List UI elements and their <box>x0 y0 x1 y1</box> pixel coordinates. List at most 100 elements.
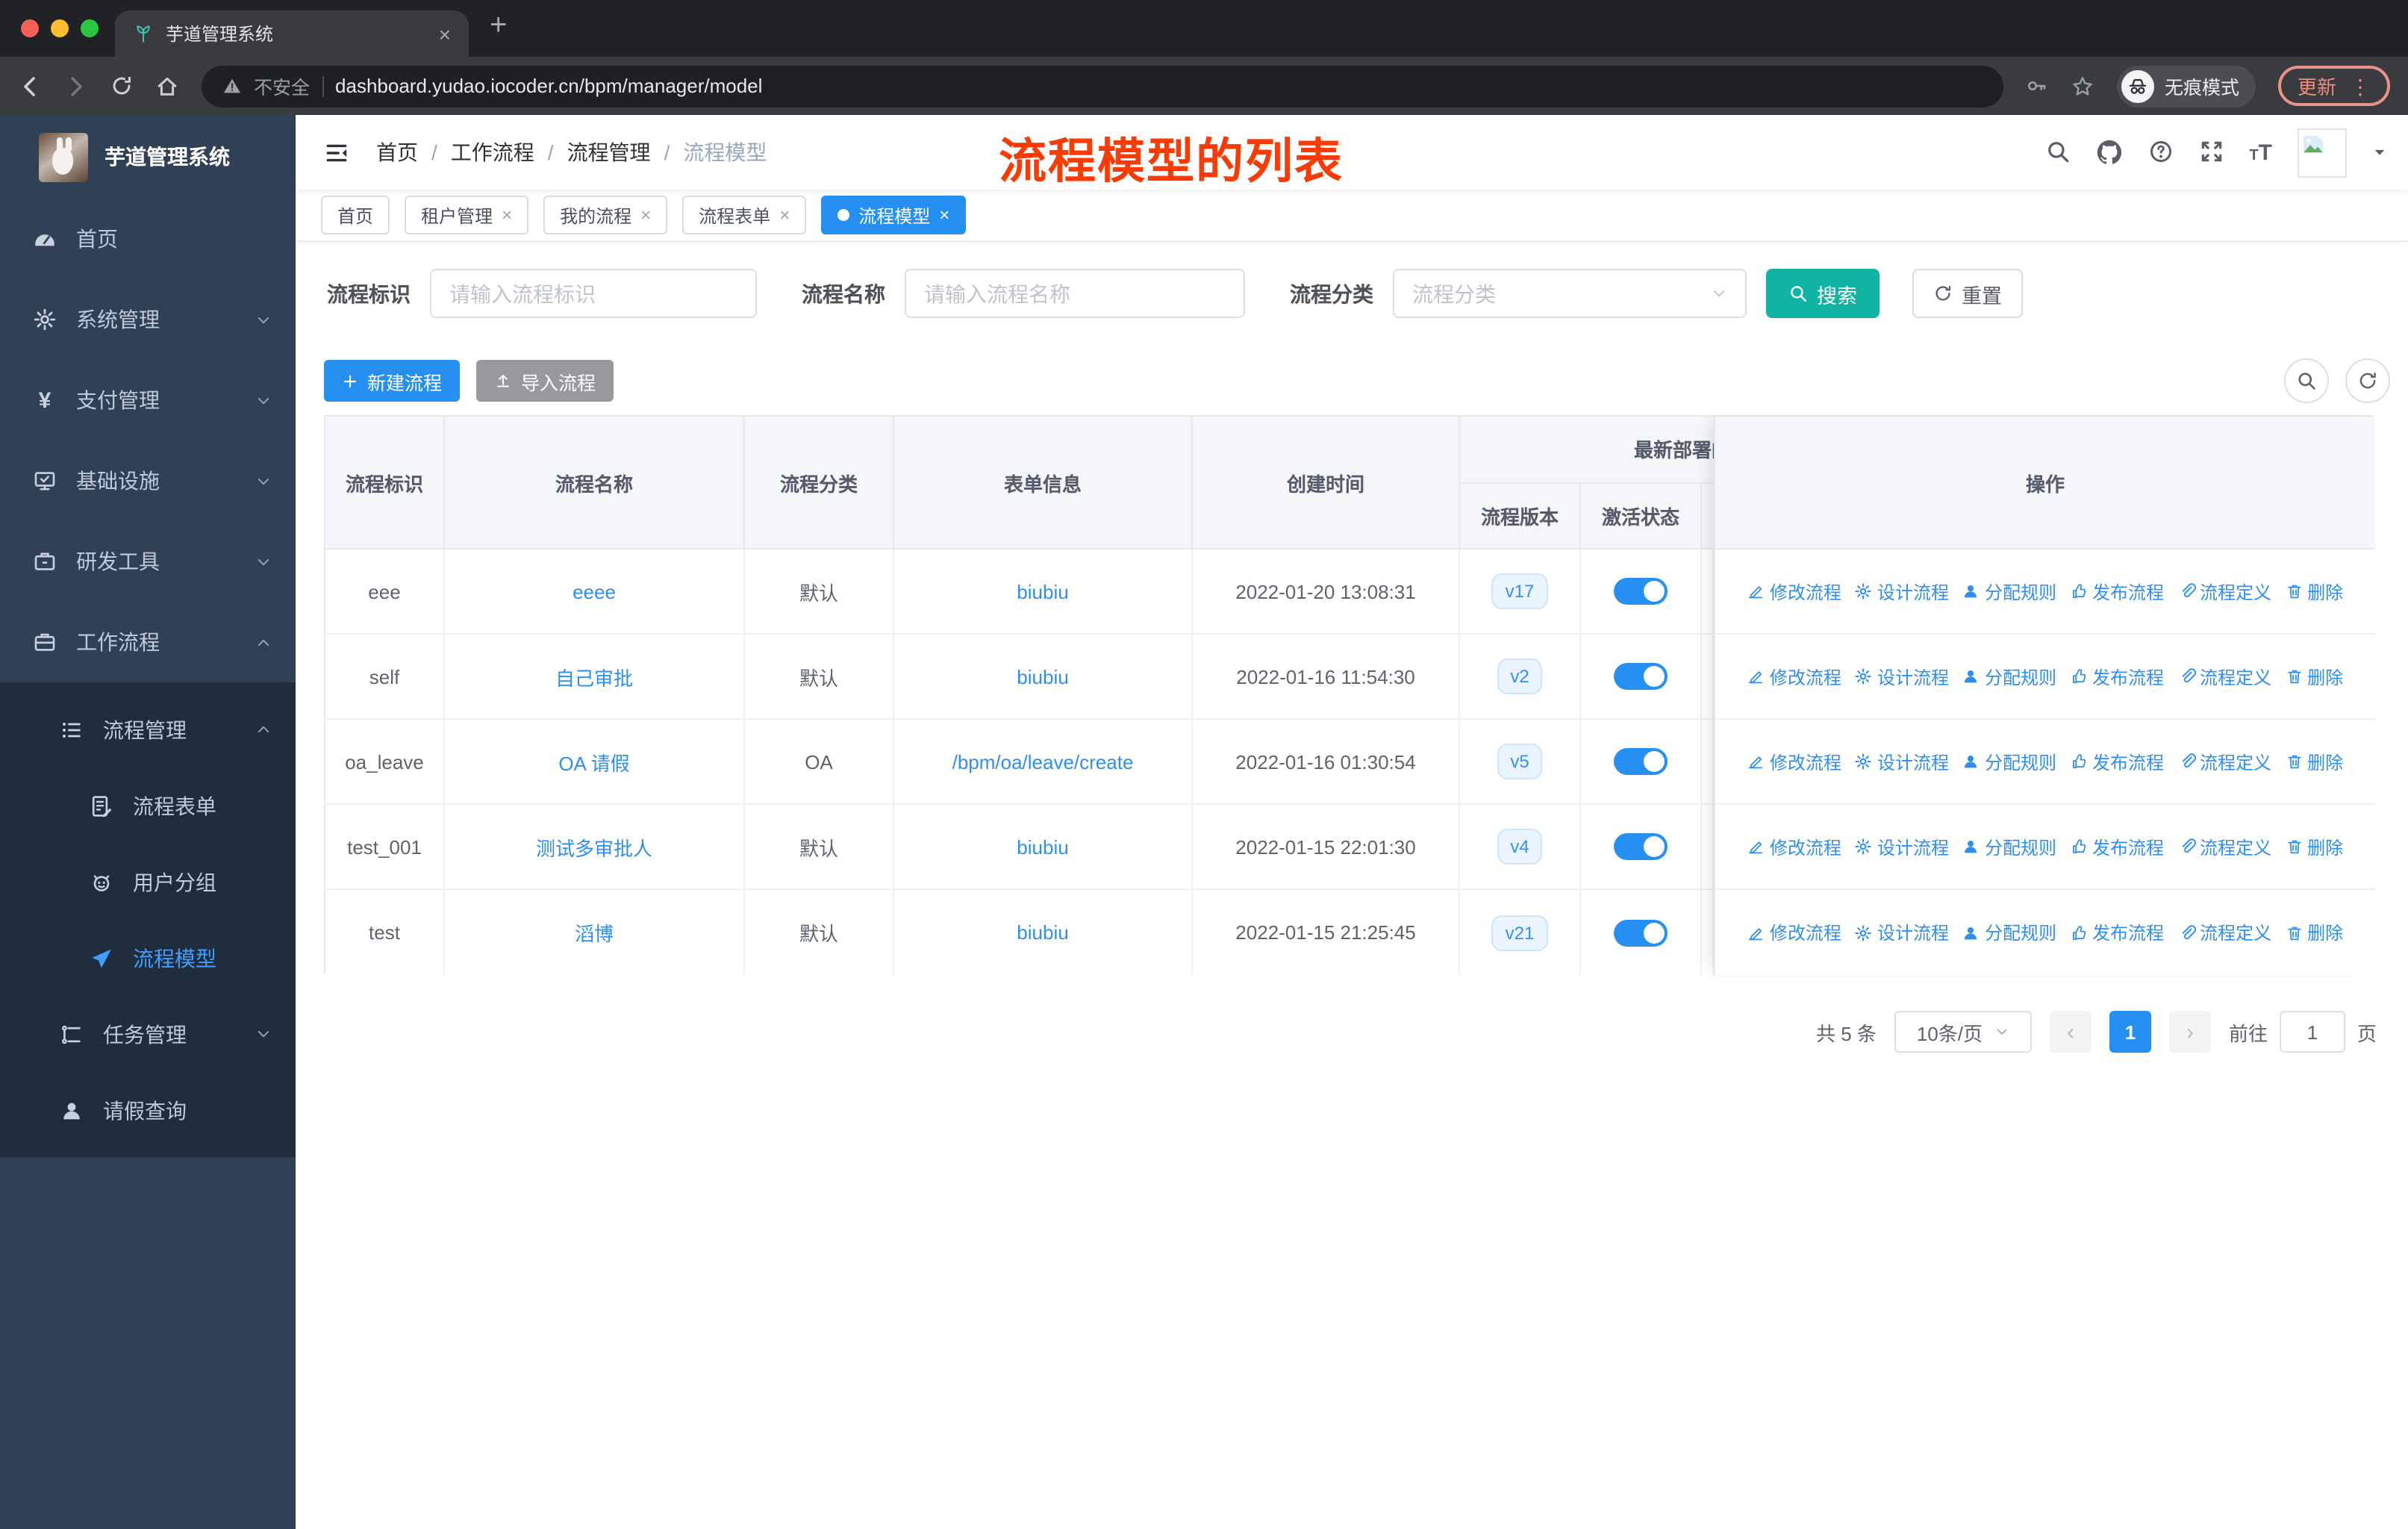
avatar[interactable] <box>2298 128 2347 177</box>
sidebar-item-leave-query[interactable]: 请假查询 <box>0 1072 296 1148</box>
password-key-icon[interactable] <box>2026 75 2048 97</box>
goto-page-input[interactable] <box>2279 1011 2345 1053</box>
breadcrumb-workflow[interactable]: 工作流程 <box>451 137 534 167</box>
action-edit[interactable]: 修改流程 <box>1747 749 1841 774</box>
security-label[interactable]: 不安全 <box>254 72 310 100</box>
model-name-link[interactable]: eeee <box>573 580 616 602</box>
sidebar-item-process-form[interactable]: 流程表单 <box>0 767 296 844</box>
refresh-table-button[interactable] <box>2345 358 2390 403</box>
action-design[interactable]: 设计流程 <box>1855 920 1949 945</box>
action-publish[interactable]: 发布流程 <box>2070 920 2164 945</box>
model-name-link[interactable]: 自己审批 <box>555 662 633 691</box>
action-design[interactable]: 设计流程 <box>1855 834 1949 859</box>
sidebar-item-task-management[interactable]: 任务管理 <box>0 996 296 1072</box>
next-page-button[interactable]: › <box>2168 1011 2211 1053</box>
action-edit[interactable]: 修改流程 <box>1747 579 1841 604</box>
close-icon[interactable]: × <box>502 205 512 225</box>
sidebar-item-process-model[interactable]: 流程模型 <box>0 920 296 996</box>
avatar-caret-icon[interactable] <box>2372 145 2387 160</box>
action-edit[interactable]: 修改流程 <box>1747 920 1841 945</box>
github-button[interactable] <box>2095 139 2122 166</box>
action-assign-rule[interactable]: 分配规则 <box>1962 834 2056 859</box>
form-link[interactable]: biubiu <box>1017 665 1068 688</box>
action-delete[interactable]: 删除 <box>2285 834 2343 859</box>
collapse-sidebar-button[interactable] <box>324 140 349 165</box>
sidebar-item-devtools[interactable]: 研发工具 <box>0 521 296 602</box>
sidebar-item-infrastructure[interactable]: 基础设施 <box>0 440 296 521</box>
sidebar-item-home[interactable]: 首页 <box>0 199 296 279</box>
action-definition[interactable]: 流程定义 <box>2177 834 2271 859</box>
action-publish[interactable]: 发布流程 <box>2070 834 2164 859</box>
tag-tenant[interactable]: 租户管理 × <box>405 196 529 234</box>
tag-home[interactable]: 首页 <box>321 196 390 234</box>
close-window-button[interactable] <box>21 19 39 37</box>
current-page-button[interactable]: 1 <box>2109 1011 2151 1053</box>
action-delete[interactable]: 删除 <box>2285 920 2343 945</box>
new-tab-button[interactable]: + <box>490 9 507 43</box>
form-link[interactable]: /bpm/oa/leave/create <box>952 750 1134 773</box>
back-button[interactable] <box>18 74 42 98</box>
form-link[interactable]: biubiu <box>1017 580 1068 602</box>
sidebar-item-process-management[interactable]: 流程管理 <box>0 691 296 767</box>
action-delete[interactable]: 删除 <box>2285 664 2343 689</box>
browser-update-button[interactable]: 更新 ⋮ <box>2277 66 2390 106</box>
app-logo-row[interactable]: 芋道管理系统 <box>0 115 296 199</box>
maximize-window-button[interactable] <box>81 19 99 37</box>
active-toggle[interactable] <box>1614 663 1668 690</box>
action-publish[interactable]: 发布流程 <box>2070 749 2164 774</box>
version-badge[interactable]: v21 <box>1491 915 1548 950</box>
browser-menu-icon[interactable]: ⋮ <box>2350 75 2371 96</box>
action-design[interactable]: 设计流程 <box>1855 664 1949 689</box>
minimize-window-button[interactable] <box>51 19 69 37</box>
address-bar[interactable]: 不安全 dashboard.yudao.iocoder.cn/bpm/manag… <box>202 65 2003 107</box>
action-assign-rule[interactable]: 分配规则 <box>1962 920 2056 945</box>
model-name-link[interactable]: 滔博 <box>575 918 614 947</box>
filter-category-select[interactable]: 流程分类 <box>1393 269 1747 318</box>
close-icon[interactable]: × <box>939 205 949 225</box>
close-icon[interactable]: × <box>779 205 790 225</box>
reset-button[interactable]: 重置 <box>1912 269 2023 318</box>
sidebar-item-system[interactable]: 系统管理 <box>0 279 296 360</box>
fullscreen-button[interactable] <box>2198 139 2224 166</box>
bookmark-star-icon[interactable] <box>2071 74 2094 98</box>
reload-button[interactable] <box>110 75 133 97</box>
active-toggle[interactable] <box>1614 919 1668 946</box>
sidebar-item-workflow[interactable]: 工作流程 <box>0 602 296 682</box>
active-toggle[interactable] <box>1614 833 1668 860</box>
model-name-link[interactable]: OA 请假 <box>558 747 629 776</box>
filter-name-input[interactable] <box>905 269 1245 318</box>
prev-page-button[interactable]: ‹ <box>2049 1011 2092 1053</box>
action-design[interactable]: 设计流程 <box>1855 749 1949 774</box>
font-size-button[interactable]: TT <box>2249 140 2272 165</box>
action-definition[interactable]: 流程定义 <box>2177 749 2271 774</box>
forward-button[interactable] <box>64 74 88 98</box>
url-text[interactable]: dashboard.yudao.iocoder.cn/bpm/manager/m… <box>335 75 762 97</box>
show-search-button[interactable] <box>2284 358 2329 403</box>
page-size-select[interactable]: 10条/页 <box>1894 1011 2032 1053</box>
action-assign-rule[interactable]: 分配规则 <box>1962 664 2056 689</box>
import-process-button[interactable]: 导入流程 <box>476 360 614 402</box>
version-badge[interactable]: v17 <box>1491 573 1548 609</box>
action-edit[interactable]: 修改流程 <box>1747 834 1841 859</box>
search-button[interactable] <box>2044 139 2070 166</box>
filter-key-input[interactable] <box>430 269 757 318</box>
version-badge[interactable]: v4 <box>1497 829 1543 865</box>
model-name-link[interactable]: 测试多审批人 <box>536 832 652 861</box>
action-assign-rule[interactable]: 分配规则 <box>1962 579 2056 604</box>
home-button[interactable] <box>155 74 179 98</box>
version-badge[interactable]: v5 <box>1497 744 1543 779</box>
action-definition[interactable]: 流程定义 <box>2177 664 2271 689</box>
tag-process-model[interactable]: 流程模型 × <box>821 196 967 234</box>
sidebar-item-user-group[interactable]: 用户分组 <box>0 844 296 920</box>
breadcrumb-process-management[interactable]: 流程管理 <box>567 137 651 167</box>
version-badge[interactable]: v2 <box>1497 658 1543 694</box>
browser-tab[interactable]: 芋道管理系统 × <box>115 10 469 57</box>
search-button[interactable]: 搜索 <box>1766 269 1880 318</box>
form-link[interactable]: biubiu <box>1017 921 1068 944</box>
action-publish[interactable]: 发布流程 <box>2070 579 2164 604</box>
close-icon[interactable]: × <box>640 205 651 225</box>
action-delete[interactable]: 删除 <box>2285 579 2343 604</box>
action-edit[interactable]: 修改流程 <box>1747 664 1841 689</box>
close-tab-icon[interactable]: × <box>439 23 451 44</box>
create-process-button[interactable]: 新建流程 <box>324 360 461 402</box>
